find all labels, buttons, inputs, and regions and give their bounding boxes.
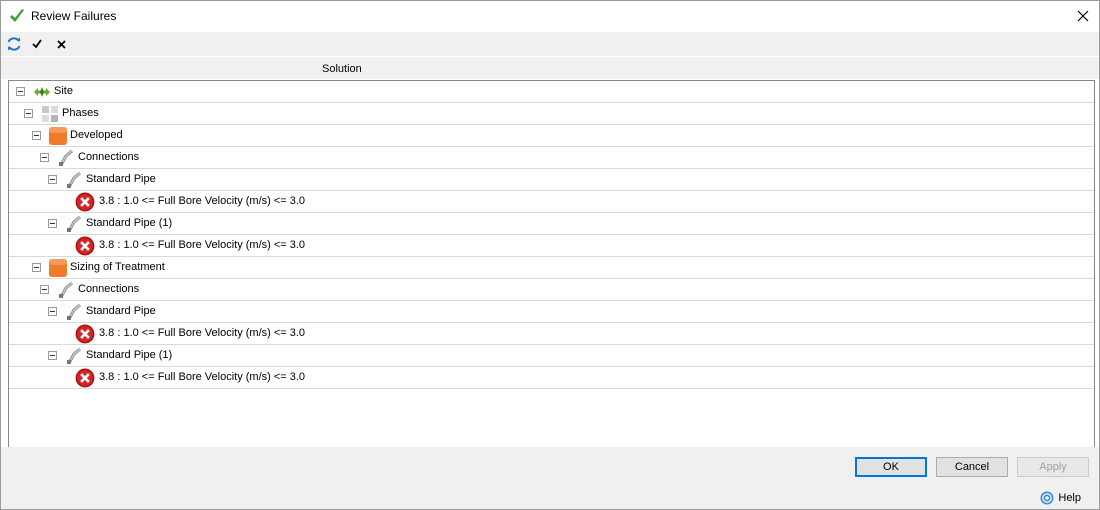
- error-icon: [75, 236, 95, 256]
- error-icon: [75, 324, 95, 344]
- tree-node-label: 3.8 : 1.0 <= Full Bore Velocity (m/s) <=…: [99, 239, 306, 251]
- close-button[interactable]: [1071, 4, 1095, 28]
- tree-node[interactable]: Connections: [9, 147, 1094, 169]
- collapse-toggle[interactable]: [48, 219, 57, 228]
- tree-node[interactable]: Standard Pipe (1): [9, 213, 1094, 235]
- tree-node-label: Connections: [78, 151, 140, 163]
- failure-row[interactable]: 3.8 : 1.0 <= Full Bore Velocity (m/s) <=…: [9, 323, 1094, 345]
- solution-column-label: Solution: [322, 63, 362, 75]
- check-button[interactable]: [27, 34, 47, 54]
- tree-node-label: 3.8 : 1.0 <= Full Bore Velocity (m/s) <=…: [99, 195, 306, 207]
- tree-node-label: Site: [54, 85, 73, 97]
- connection-icon: [57, 281, 75, 299]
- tree-node[interactable]: Sizing of Treatment: [9, 257, 1094, 279]
- pipe-icon: [65, 347, 83, 365]
- failure-row[interactable]: 3.8 : 1.0 <= Full Bore Velocity (m/s) <=…: [9, 367, 1094, 389]
- tree-node-label: 3.8 : 1.0 <= Full Bore Velocity (m/s) <=…: [99, 371, 306, 383]
- collapse-toggle[interactable]: [48, 351, 57, 360]
- collapse-toggle[interactable]: [40, 153, 49, 162]
- button-bar: OK Cancel Apply Help: [1, 447, 1099, 509]
- dialog-window: Review Failures Solution Site Phases Dev…: [0, 0, 1100, 510]
- tree-node[interactable]: Connections: [9, 279, 1094, 301]
- x-icon: [56, 39, 66, 49]
- error-icon: [75, 192, 95, 212]
- apply-button[interactable]: Apply: [1017, 457, 1089, 477]
- collapse-toggle[interactable]: [40, 285, 49, 294]
- tree-node-label: Developed: [70, 129, 123, 141]
- column-header: Solution: [1, 57, 1099, 79]
- site-icon: [33, 83, 51, 101]
- tree-node[interactable]: Standard Pipe: [9, 169, 1094, 191]
- help-link[interactable]: Help: [1040, 491, 1081, 505]
- collapse-toggle[interactable]: [24, 109, 33, 118]
- collapse-toggle[interactable]: [48, 175, 57, 184]
- phases-icon: [41, 105, 59, 123]
- error-icon: [75, 368, 95, 388]
- phase-icon: [49, 259, 67, 277]
- tree-node-label: Sizing of Treatment: [70, 261, 165, 273]
- tree-node[interactable]: Standard Pipe (1): [9, 345, 1094, 367]
- refresh-button[interactable]: [4, 34, 24, 54]
- tree-node-label: Standard Pipe (1): [86, 217, 173, 229]
- tree-node[interactable]: Standard Pipe: [9, 301, 1094, 323]
- check-icon: [32, 39, 42, 49]
- pipe-icon: [65, 171, 83, 189]
- title-bar: Review Failures: [1, 1, 1099, 31]
- toolbar: [1, 32, 1099, 56]
- failures-tree[interactable]: Site Phases Developed Connections Standard P…: [8, 80, 1095, 448]
- collapse-toggle[interactable]: [32, 263, 41, 272]
- pipe-icon: [65, 303, 83, 321]
- tree-node[interactable]: Developed: [9, 125, 1094, 147]
- collapse-toggle[interactable]: [48, 307, 57, 316]
- uncheck-button[interactable]: [51, 34, 71, 54]
- tree-node[interactable]: Phases: [9, 103, 1094, 125]
- tree-node-label: Phases: [62, 107, 99, 119]
- checkmark-icon: [10, 9, 24, 22]
- connection-icon: [57, 149, 75, 167]
- pipe-icon: [65, 215, 83, 233]
- close-icon: [1077, 10, 1089, 22]
- collapse-toggle[interactable]: [16, 87, 25, 96]
- help-label: Help: [1058, 492, 1081, 504]
- window-title: Review Failures: [31, 9, 117, 23]
- collapse-toggle[interactable]: [32, 131, 41, 140]
- tree-node-label: 3.8 : 1.0 <= Full Bore Velocity (m/s) <=…: [99, 327, 306, 339]
- ok-button[interactable]: OK: [855, 457, 927, 477]
- help-icon: [1040, 491, 1054, 505]
- failure-row[interactable]: 3.8 : 1.0 <= Full Bore Velocity (m/s) <=…: [9, 191, 1094, 213]
- tree-node[interactable]: Site: [9, 81, 1094, 103]
- failure-row[interactable]: 3.8 : 1.0 <= Full Bore Velocity (m/s) <=…: [9, 235, 1094, 257]
- tree-node-label: Connections: [78, 283, 140, 295]
- tree-node-label: Standard Pipe: [86, 173, 156, 185]
- refresh-icon: [7, 37, 21, 51]
- phase-icon: [49, 127, 67, 145]
- tree-node-label: Standard Pipe: [86, 305, 156, 317]
- tree-node-label: Standard Pipe (1): [86, 349, 173, 361]
- cancel-button[interactable]: Cancel: [936, 457, 1008, 477]
